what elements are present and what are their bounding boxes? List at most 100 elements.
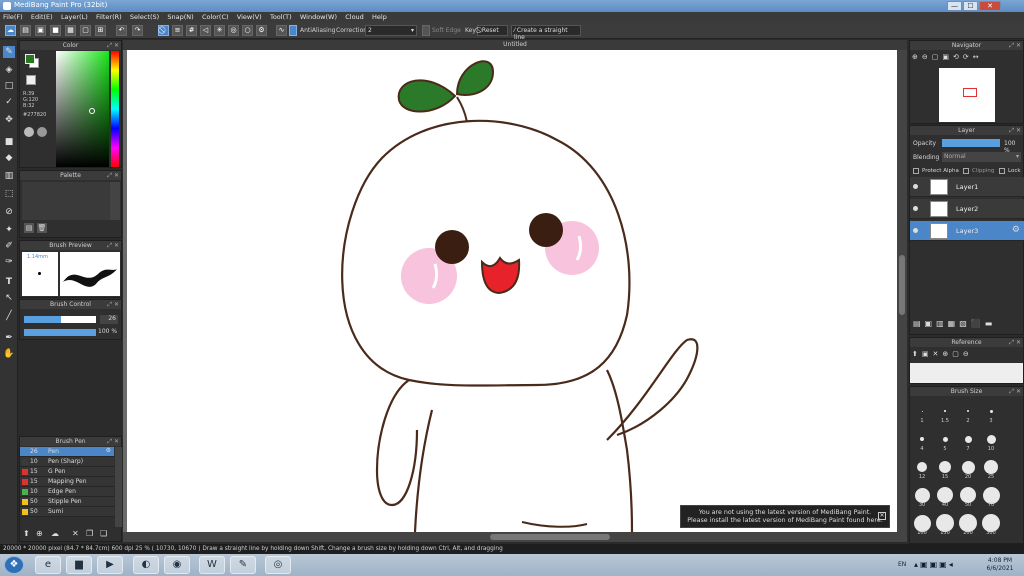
brush-size-dot[interactable] [914, 487, 930, 503]
language-indicator[interactable]: EN [898, 561, 906, 568]
brush-copy-icon[interactable]: ❐ [86, 529, 96, 539]
menu-color[interactable]: Color(C) [199, 12, 232, 22]
select-eraser-icon[interactable]: ✑ [3, 256, 15, 268]
bucket-tool-icon[interactable]: ◆ [3, 152, 15, 164]
selection-pen-icon[interactable]: ✓ [3, 96, 15, 108]
brush-opacity-slider[interactable] [24, 329, 96, 336]
brush-item-pen[interactable]: 26 Pen ⚙ [20, 447, 114, 457]
word-icon[interactable]: W [199, 556, 225, 574]
minimize-button[interactable]: — [947, 1, 962, 11]
transparent-color-swatch[interactable] [26, 75, 36, 85]
brush-item-g-pen[interactable]: 15 G Pen [20, 467, 114, 477]
brush-item-edge-pen[interactable]: 10 Edge Pen [20, 487, 114, 497]
cloud-icon[interactable]: ☁ [5, 25, 16, 36]
brush-size-dot[interactable] [921, 410, 923, 412]
menu-view[interactable]: View(V) [234, 12, 265, 22]
brush-item-mapping-pen[interactable]: 15 Mapping Pen [20, 477, 114, 487]
protect-alpha-checkbox[interactable] [913, 168, 919, 174]
brush-size-dot[interactable] [961, 460, 975, 474]
palette-add-icon[interactable]: ▤ [24, 223, 34, 233]
brush-size-dot[interactable] [944, 410, 946, 412]
navigator-thumbnail[interactable] [939, 68, 995, 122]
brush-delete-icon[interactable]: ✕ [72, 529, 82, 539]
brush-size-slider[interactable] [24, 316, 96, 323]
notice-close-icon[interactable]: ✕ [878, 512, 886, 520]
magic-wand-icon[interactable]: ✦ [3, 224, 15, 236]
maximize-button[interactable]: ☐ [963, 1, 978, 11]
text-tool-icon[interactable]: T [3, 276, 15, 288]
menu-cloud[interactable]: Cloud [342, 12, 367, 22]
brush-size-dot[interactable] [960, 487, 976, 503]
redo-icon[interactable]: ↷ [132, 25, 143, 36]
concentric-snap-icon[interactable]: ◎ [228, 25, 239, 36]
close-button[interactable]: ✕ [979, 1, 1001, 11]
brush-size-grid[interactable]: 1 1.5 2 3 4 5 7 10 12 15 20 25 30 40 50 70 100 150 200 300 [910, 397, 1024, 543]
undo-icon[interactable]: ↶ [116, 25, 127, 36]
parallel-snap-icon[interactable]: ≡ [172, 25, 183, 36]
reference-view[interactable] [910, 363, 1023, 383]
new-file-icon[interactable]: ▤ [20, 25, 31, 36]
brush-size-dot[interactable] [937, 487, 953, 503]
radial-snap-icon[interactable]: ✳ [214, 25, 225, 36]
brush-tool-icon[interactable]: ✎ [3, 46, 15, 58]
ie-icon[interactable]: e [35, 556, 61, 574]
drawing-canvas[interactable] [127, 50, 897, 532]
select-tool-icon[interactable]: ⬚ [3, 188, 15, 200]
lasso-tool-icon[interactable]: ⊘ [3, 206, 15, 218]
layer-actions[interactable]: ▤▣▥▦▧⬛▬ [913, 319, 1023, 331]
brush-cloud-icon[interactable]: ☁ [51, 529, 65, 539]
open-file-icon[interactable]: ▣ [35, 25, 46, 36]
straight-line-button[interactable]: ⁄ Create a straight line [511, 25, 581, 41]
visibility-eye-icon[interactable] [913, 228, 918, 233]
brush-size-dot[interactable] [964, 435, 972, 443]
snap-settings-icon[interactable]: ⚙ [256, 25, 267, 36]
operation-tool-icon[interactable]: ↖ [3, 292, 15, 304]
brush-size-dot[interactable] [942, 436, 948, 442]
brush-size-dot[interactable] [989, 409, 993, 413]
brush-size-dot[interactable] [917, 462, 927, 472]
brush-opacity-value[interactable]: 100 % [98, 328, 120, 337]
menu-snap[interactable]: Snap(N) [164, 12, 196, 22]
dot-tool-icon[interactable]: □ [3, 80, 15, 92]
navigator-tools[interactable]: ⊕⊖▢▣⟲⟳↔ [912, 53, 1022, 63]
brush-list-scrollbar[interactable] [115, 447, 122, 527]
menu-edit[interactable]: Edit(E) [28, 12, 56, 22]
crisscross-snap-icon[interactable]: # [186, 25, 197, 36]
brush-item-sumi[interactable]: 50 Sumi [20, 507, 114, 517]
brush-item-pen-sharp[interactable]: 10 Pen (Sharp) [20, 457, 114, 467]
brush-size-dot[interactable] [984, 460, 998, 474]
paint-icon[interactable]: ✎ [230, 556, 256, 574]
start-button-icon[interactable]: ❖ [4, 556, 24, 574]
brush-size-dot[interactable] [982, 486, 1000, 504]
brush-size-dot[interactable] [920, 437, 924, 441]
tray-icons[interactable]: ▴▣▣▣◂ [914, 560, 955, 569]
circle-snap-icon[interactable]: ○ [242, 25, 253, 36]
visibility-eye-icon[interactable] [913, 184, 918, 189]
brush-size-dot[interactable] [913, 514, 931, 532]
layer-row-layer3[interactable]: Layer3 ⚙ [910, 221, 1024, 241]
visibility-eye-icon[interactable] [913, 206, 918, 211]
menu-file[interactable]: File(F) [0, 12, 26, 22]
menu-window[interactable]: Window(W) [297, 12, 340, 22]
gradation-tool-icon[interactable]: ▥ [3, 170, 15, 182]
eyedropper-tool-icon[interactable]: ✒ [3, 332, 15, 344]
brush-size-value[interactable]: 26 [100, 315, 118, 324]
layer-opacity-slider[interactable] [942, 139, 1000, 147]
brush-size-dot[interactable] [967, 410, 969, 412]
chrome-icon[interactable]: ◉ [164, 556, 190, 574]
hue-slider[interactable] [111, 51, 119, 167]
select-pen-icon[interactable]: ✐ [3, 240, 15, 252]
color-picker-cursor[interactable] [89, 108, 95, 114]
navigator-viewport[interactable] [963, 88, 977, 97]
brush-size-dot[interactable] [986, 434, 996, 444]
brush-item-stipple-pen[interactable]: 50 Stipple Pen [20, 497, 114, 507]
snap-off-icon[interactable]: ⃠ [158, 25, 169, 36]
palette-swatches[interactable] [22, 182, 110, 220]
brush-up-icon[interactable]: ⬆ [23, 529, 33, 539]
reset-button[interactable]: ⃠ Reset [477, 25, 508, 36]
blending-select[interactable]: Normal ▾ [942, 152, 1021, 162]
save-icon[interactable]: ■ [50, 25, 61, 36]
layer-row-layer1[interactable]: Layer1 [910, 177, 1024, 197]
divide-tool-icon[interactable]: ╱ [3, 310, 15, 322]
color-wheel-icon[interactable] [24, 127, 34, 137]
